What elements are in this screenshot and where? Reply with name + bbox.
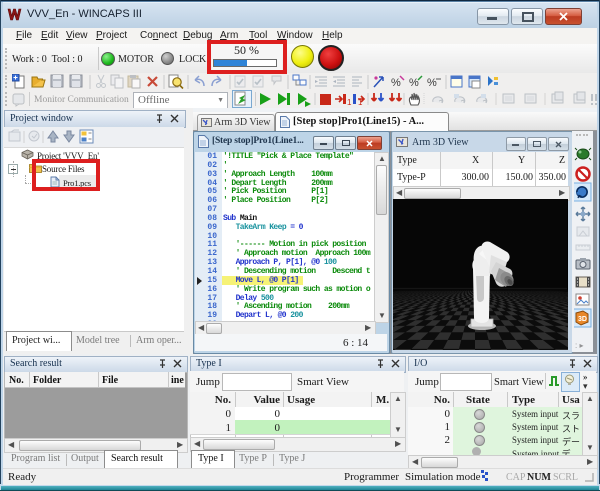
svg-text:3D: 3D (578, 316, 587, 323)
svg-text:: ▸: : ▸ (575, 341, 583, 350)
svg-text:%: % (409, 77, 419, 89)
svg-text:1: 1 (347, 98, 352, 107)
svg-text:%: % (391, 77, 401, 89)
svg-text:%: % (427, 77, 437, 89)
svg-text:1: 1 (358, 98, 363, 107)
